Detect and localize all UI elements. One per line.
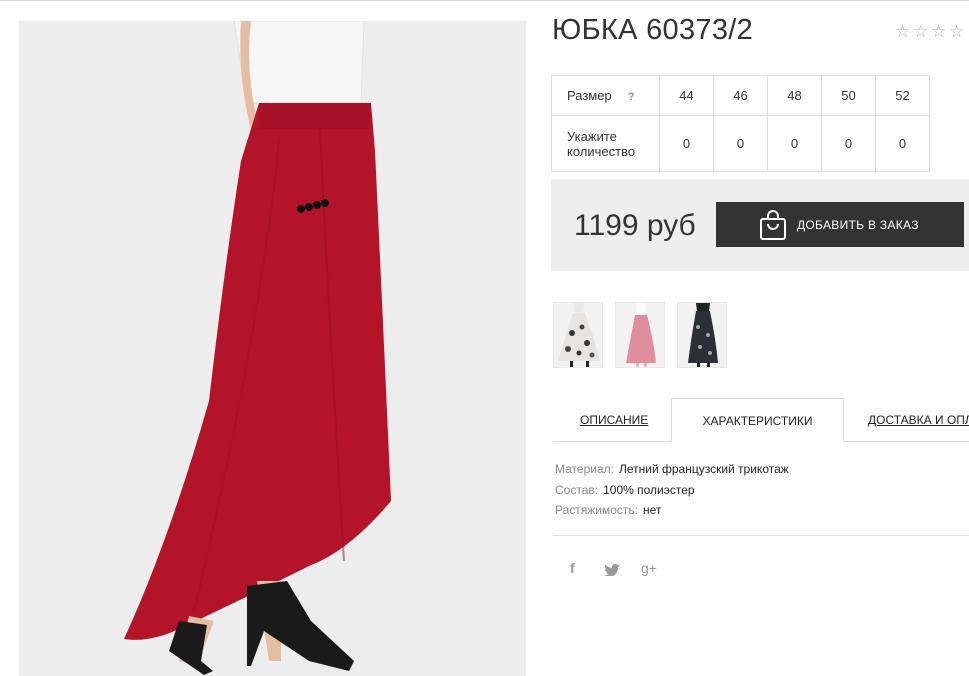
spec-row-composition: Состав: 100% полиэстер [555, 483, 695, 497]
quantity-input[interactable]: 0 [875, 115, 930, 172]
thumbnail-pink-skirt[interactable] [615, 302, 665, 368]
size-quantity-table: Размер? 44 46 48 50 52 Укажите количеств… [551, 75, 930, 172]
spec-row-material: Материал: Летний французский трикотаж [555, 462, 789, 476]
thumbnail-floral-skirt[interactable] [553, 302, 603, 368]
quantity-label-cell: Укажите количество [551, 115, 660, 172]
add-to-order-label: ДОБАВИТЬ В ЗАКАЗ [797, 217, 919, 232]
star-icon[interactable]: ☆ [913, 22, 931, 42]
quantity-input[interactable]: 0 [767, 115, 822, 172]
quantity-input[interactable]: 0 [659, 115, 714, 172]
tab-description[interactable]: ОПИСАНИЕ [580, 413, 648, 427]
size-cell: 44 [659, 75, 714, 116]
size-help-icon[interactable]: ? [628, 91, 635, 103]
size-cell: 46 [713, 75, 768, 116]
price: 1199 руб [574, 209, 696, 242]
star-icon[interactable]: ☆ [949, 22, 967, 42]
spec-key: Состав: [555, 483, 599, 497]
quantity-label-line1: Укажите [567, 128, 617, 144]
product-title: ЮБКА 60373/2 [552, 14, 754, 46]
spec-value: Летний французский трикотаж [618, 462, 789, 476]
thumbnail-dark-print-skirt[interactable] [677, 302, 727, 368]
size-cell: 48 [767, 75, 822, 116]
quantity-input[interactable]: 0 [713, 115, 768, 172]
add-to-order-button[interactable]: ДОБАВИТЬ В ЗАКАЗ [716, 202, 964, 247]
tab-characteristics[interactable]: ХАРАКТЕРИСТИКИ [671, 398, 844, 442]
size-label: Размер [567, 88, 612, 103]
top-divider [0, 0, 969, 1]
spec-value: нет [643, 503, 662, 517]
twitter-icon[interactable] [604, 563, 620, 579]
google-plus-icon[interactable]: g+ [641, 560, 657, 576]
tab-delivery[interactable]: ДОСТАВКА И ОПЛ [868, 413, 969, 427]
star-icon[interactable]: ☆ [895, 22, 913, 42]
size-cell: 52 [875, 75, 930, 116]
quantity-label-line2: количество [567, 143, 636, 159]
quantity-input[interactable]: 0 [821, 115, 876, 172]
bag-icon [759, 209, 787, 241]
star-icon[interactable]: ☆ [931, 22, 949, 42]
specs-divider [553, 535, 969, 536]
size-cell: 50 [821, 75, 876, 116]
spec-key: Материал: [555, 462, 614, 476]
spec-value: 100% полиэстер [603, 483, 695, 497]
purchase-panel: 1199 руб ДОБАВИТЬ В ЗАКАЗ [551, 179, 969, 271]
facebook-icon[interactable]: f [570, 560, 575, 576]
size-label-cell: Размер? [551, 75, 660, 116]
spec-row-stretch: Растяжимость: нет [555, 503, 661, 517]
rating-stars[interactable]: ☆ ☆ ☆ ☆ [895, 22, 967, 42]
spec-key: Растяжимость: [555, 503, 639, 517]
main-product-image [19, 21, 526, 676]
